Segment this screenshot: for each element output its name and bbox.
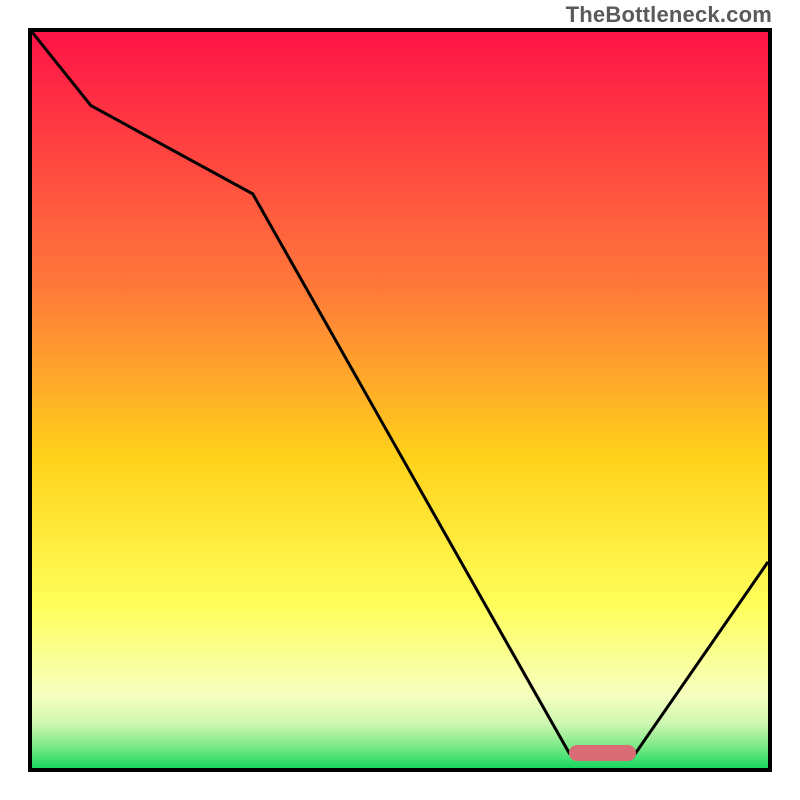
optimal-range-marker xyxy=(569,745,635,761)
plot-area xyxy=(28,28,772,772)
curve-layer xyxy=(32,32,768,768)
watermark-text: TheBottleneck.com xyxy=(566,2,772,28)
chart-frame: TheBottleneck.com xyxy=(0,0,800,800)
bottleneck-curve xyxy=(32,32,768,753)
